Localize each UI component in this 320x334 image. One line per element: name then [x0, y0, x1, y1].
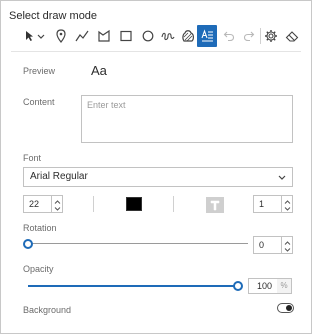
- font-color-swatch[interactable]: [126, 197, 142, 211]
- freehand-polygon-icon: [182, 30, 194, 42]
- font-label: Font: [23, 153, 42, 163]
- rotation-up-button[interactable]: [284, 238, 291, 245]
- text-icon: [201, 29, 213, 42]
- settings-button[interactable]: [262, 25, 280, 47]
- divider: [93, 196, 94, 212]
- opacity-value: 100: [257, 281, 273, 291]
- rotation-slider-track[interactable]: [28, 243, 248, 244]
- polygon-tool-button[interactable]: [95, 25, 113, 47]
- rotation-slider-thumb[interactable]: [23, 239, 33, 249]
- background-label: Background: [23, 305, 72, 315]
- halo-size-stepper[interactable]: 1: [253, 195, 293, 213]
- halo-size-down-button[interactable]: [284, 204, 291, 211]
- chevron-down-icon: [284, 248, 291, 252]
- content-label: Content: [23, 97, 55, 107]
- content-textarea[interactable]: Enter text: [81, 95, 293, 143]
- opacity-slider-track[interactable]: [28, 285, 238, 287]
- rectangle-tool-button[interactable]: [117, 25, 135, 47]
- text-halo-icon: [210, 200, 220, 211]
- point-icon: [56, 29, 66, 43]
- font-size-arrows: [51, 196, 62, 212]
- opacity-slider-thumb[interactable]: [233, 281, 243, 291]
- toolbar-divider-line: [11, 51, 301, 52]
- toolbar-divider: [260, 28, 261, 44]
- halo-button[interactable]: [206, 197, 224, 213]
- freehand-line-icon: [161, 32, 175, 41]
- rectangle-icon: [120, 30, 132, 42]
- select-tool-button[interactable]: [23, 25, 47, 47]
- redo-icon: [243, 31, 255, 42]
- chevron-down-icon: [284, 207, 291, 211]
- polyline-tool-button[interactable]: [73, 25, 91, 47]
- undo-button[interactable]: [221, 25, 237, 47]
- opacity-input[interactable]: 100: [248, 278, 278, 294]
- rotation-label: Rotation: [23, 223, 57, 233]
- eraser-icon: [285, 31, 299, 42]
- polyline-icon: [75, 30, 89, 42]
- circle-tool-button[interactable]: [139, 25, 157, 47]
- preview-sample: Aa: [91, 63, 107, 78]
- panel-title: Select draw mode: [9, 10, 98, 22]
- gear-icon: [265, 30, 277, 42]
- opacity-unit: %: [277, 278, 292, 294]
- rotation-down-button[interactable]: [284, 245, 291, 252]
- font-family-value: Arial Regular: [30, 171, 88, 182]
- freehand-polygon-tool-button[interactable]: [179, 25, 197, 47]
- point-tool-button[interactable]: [53, 25, 69, 47]
- undo-icon: [223, 31, 235, 42]
- divider: [173, 196, 174, 212]
- content-placeholder: Enter text: [87, 100, 126, 110]
- circle-icon: [142, 30, 154, 42]
- halo-size-arrows: [281, 196, 292, 212]
- select-arrow-icon: [26, 31, 45, 41]
- chevron-down-icon: [278, 175, 286, 180]
- font-size-value: 22: [29, 199, 40, 209]
- opacity-label: Opacity: [23, 264, 54, 274]
- halo-size-value: 1: [259, 199, 265, 209]
- draw-toolbar: [21, 25, 303, 49]
- font-size-stepper[interactable]: 22: [23, 195, 63, 213]
- rotation-stepper[interactable]: 0: [253, 236, 293, 254]
- font-size-down-button[interactable]: [54, 204, 61, 211]
- polygon-icon: [98, 29, 110, 42]
- toggle-knob: [286, 305, 292, 311]
- draw-panel: Select draw mode Preview Aa Content Ente…: [0, 0, 312, 334]
- redo-button[interactable]: [241, 25, 257, 47]
- chevron-down-icon: [54, 207, 61, 211]
- rotation-arrows: [281, 237, 292, 253]
- text-tool-button[interactable]: [197, 25, 217, 47]
- freehand-line-tool-button[interactable]: [159, 25, 177, 47]
- eraser-button[interactable]: [283, 25, 301, 47]
- rotation-value: 0: [259, 240, 265, 250]
- halo-size-up-button[interactable]: [284, 197, 291, 204]
- preview-label: Preview: [23, 66, 56, 76]
- font-size-up-button[interactable]: [54, 197, 61, 204]
- font-family-select[interactable]: Arial Regular: [23, 167, 293, 187]
- background-toggle[interactable]: [277, 303, 294, 313]
